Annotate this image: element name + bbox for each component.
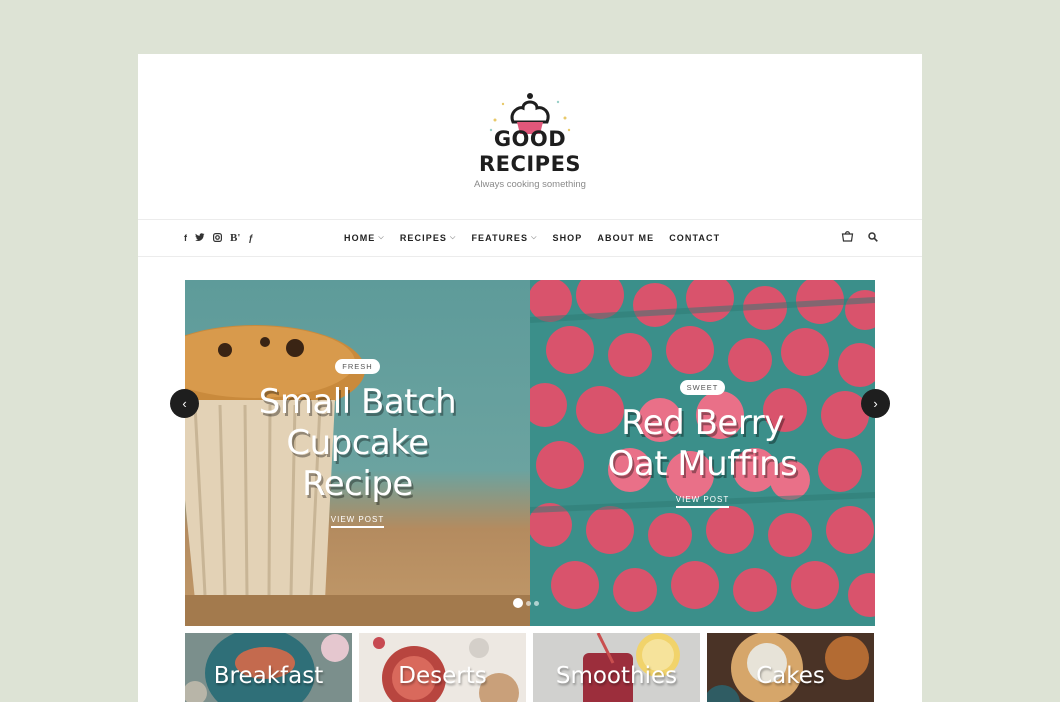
slider-dot[interactable] — [526, 600, 531, 606]
menu-item-label: ABOUT ME — [597, 233, 655, 243]
category-tile-deserts[interactable]: Deserts — [359, 633, 526, 702]
view-post-link[interactable]: VIEW POST — [675, 495, 730, 508]
logo-tagline: Always cooking something — [474, 179, 586, 190]
category-label: Breakfast — [213, 663, 324, 689]
chevron-down-icon: ⌵ — [531, 234, 538, 241]
slide-title-line: Small Batch — [258, 382, 457, 422]
instagram-icon[interactable] — [213, 232, 223, 244]
slider-next-button[interactable]: › — [861, 389, 890, 418]
nav-utility-icons — [841, 220, 878, 256]
category-badge[interactable]: FRESH — [335, 359, 380, 374]
slide-title[interactable]: Red Berry Oat Muffins — [530, 403, 875, 485]
menu-item-label: SHOP — [552, 233, 583, 243]
slider-pagination — [513, 598, 539, 608]
chevron-down-icon: ⌵ — [450, 234, 457, 241]
menu-item-label: CONTACT — [669, 233, 721, 243]
social-links: f B' ƒ — [184, 220, 253, 256]
slide-berries[interactable]: SWEET Red Berry Oat Muffins VIEW POST — [530, 280, 875, 626]
menu-item-label: HOME — [344, 233, 376, 243]
slide-title-line: Recipe — [302, 464, 413, 504]
slide-caption: FRESH Small Batch Cupcake Recipe VIEW PO… — [185, 356, 530, 528]
category-tile-cakes[interactable]: Cakes — [707, 633, 874, 702]
category-tile-breakfast[interactable]: Breakfast — [185, 633, 352, 702]
menu-item-label: RECIPES — [399, 233, 448, 243]
menu-item-home[interactable]: HOME ⌵ — [344, 233, 385, 243]
chevron-down-icon: ⌵ — [378, 234, 385, 241]
category-label: Cakes — [756, 663, 825, 689]
category-tile-smoothies[interactable]: Smoothies — [533, 633, 700, 702]
slide-title[interactable]: Small Batch Cupcake Recipe — [185, 382, 530, 505]
site-logo[interactable]: GOOD RECIPES Always cooking something — [138, 84, 922, 224]
slide-caption: SWEET Red Berry Oat Muffins VIEW POST — [530, 377, 875, 508]
logo-title-line-2: RECIPES — [478, 152, 582, 176]
facebook-icon[interactable]: f — [184, 233, 187, 243]
category-label: Smoothies — [555, 663, 678, 689]
logo-title-line-1: GOOD — [493, 127, 567, 151]
twitter-icon[interactable] — [195, 232, 205, 244]
cart-icon[interactable] — [841, 229, 854, 247]
menu-item-shop[interactable]: SHOP — [552, 233, 582, 243]
slider-dot[interactable] — [534, 600, 539, 606]
view-post-link[interactable]: VIEW POST — [330, 515, 385, 528]
menu-item-recipes[interactable]: RECIPES ⌵ — [400, 233, 457, 243]
menu-item-features[interactable]: FEATURES ⌵ — [471, 233, 537, 243]
slide-title-line: Oat Muffins — [607, 444, 798, 484]
category-label: Deserts — [398, 663, 487, 689]
primary-menu: HOME ⌵ RECIPES ⌵ FEATURES ⌵ SHOP ABOUT M… — [344, 220, 720, 256]
slide-cupcake[interactable]: FRESH Small Batch Cupcake Recipe VIEW PO… — [185, 280, 530, 626]
category-badge[interactable]: SWEET — [679, 380, 726, 395]
slider-dot[interactable] — [513, 598, 523, 608]
search-icon[interactable] — [868, 229, 878, 247]
menu-item-about-me[interactable]: ABOUT ME — [597, 233, 654, 243]
category-tiles: Breakfast Deserts Smoothies Cakes — [185, 633, 875, 702]
featured-slider: FRESH Small Batch Cupcake Recipe VIEW PO… — [185, 280, 875, 626]
menu-item-label: FEATURES — [471, 233, 529, 243]
bloglovin-icon[interactable]: B' — [230, 232, 240, 244]
main-navbar: f B' ƒ HOME ⌵ RECIPES ⌵ FEATURES ⌵ SHOP … — [138, 219, 922, 257]
menu-item-contact[interactable]: CONTACT — [669, 233, 720, 243]
slide-title-line: Cupcake — [286, 423, 429, 463]
slider-prev-button[interactable]: ‹ — [170, 389, 199, 418]
slide-title-line: Red Berry — [621, 403, 784, 443]
foursquare-icon[interactable]: ƒ — [248, 233, 253, 243]
